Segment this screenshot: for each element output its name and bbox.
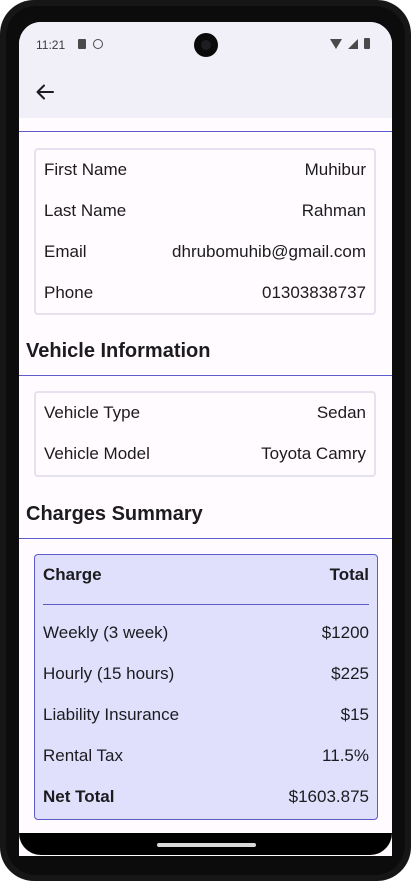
charges-header-divider bbox=[43, 604, 369, 605]
phone-row: Phone 01303838737 bbox=[44, 281, 366, 305]
net-total-row: Net Total $1603.875 bbox=[43, 785, 369, 809]
first-name-row: First Name Muhibur bbox=[44, 158, 366, 182]
vehicle-model-value: Toyota Camry bbox=[261, 444, 366, 463]
vehicle-model-row: Vehicle Model Toyota Camry bbox=[44, 442, 366, 466]
email-value: dhrubomuhib@gmail.com bbox=[172, 242, 366, 261]
back-button[interactable] bbox=[31, 78, 59, 106]
vehicle-section-title: Vehicle Information bbox=[26, 340, 211, 362]
vehicle-info-card: Vehicle Type Sedan Vehicle Model Toyota … bbox=[34, 391, 376, 477]
arrow-back-icon bbox=[36, 84, 54, 100]
weekly-charge-label: Weekly (3 week) bbox=[43, 623, 169, 642]
personal-info-card: First Name Muhibur Last Name Rahman Emai… bbox=[34, 148, 376, 315]
screen: 11:21 First Name Muhibur Last Name Rahma… bbox=[19, 22, 392, 856]
navigation-bar bbox=[19, 833, 392, 855]
rental-tax-value: 11.5% bbox=[322, 746, 369, 765]
charge-column-header: Charge bbox=[43, 565, 102, 584]
last-name-value: Rahman bbox=[301, 201, 366, 220]
details-scroll-content[interactable]: First Name Muhibur Last Name Rahman Emai… bbox=[19, 118, 392, 856]
total-column-header: Total bbox=[329, 565, 369, 584]
charges-section-title: Charges Summary bbox=[26, 503, 203, 525]
email-label: Email bbox=[44, 242, 87, 261]
insurance-charge-label: Liability Insurance bbox=[43, 705, 180, 724]
charges-divider bbox=[19, 538, 392, 539]
section-divider bbox=[19, 131, 392, 132]
status-bar: 11:21 bbox=[19, 22, 392, 68]
phone-value: 01303838737 bbox=[261, 283, 366, 302]
vehicle-type-label: Vehicle Type bbox=[44, 403, 141, 422]
system-icons bbox=[330, 38, 370, 49]
email-row: Email dhrubomuhib@gmail.com bbox=[44, 240, 366, 264]
phone-label: Phone bbox=[44, 283, 94, 302]
signal-icon bbox=[348, 38, 358, 49]
charges-summary-card: Charge Total Weekly (3 week) $1200 Hourl… bbox=[34, 554, 378, 820]
front-camera bbox=[194, 33, 218, 57]
net-total-label: Net Total bbox=[43, 787, 115, 806]
net-total-value: $1603.875 bbox=[288, 787, 369, 806]
vehicle-model-label: Vehicle Model bbox=[44, 444, 150, 463]
last-name-label: Last Name bbox=[44, 201, 127, 220]
vehicle-type-row: Vehicle Type Sedan bbox=[44, 401, 366, 425]
rental-tax-row: Rental Tax 11.5% bbox=[43, 744, 369, 768]
insurance-charge-value: $15 bbox=[340, 705, 369, 724]
wifi-icon bbox=[330, 38, 342, 49]
insurance-charge-row: Liability Insurance $15 bbox=[43, 703, 369, 727]
hourly-charge-value: $225 bbox=[331, 664, 369, 683]
battery-icon bbox=[364, 38, 370, 49]
vehicle-divider bbox=[19, 375, 392, 376]
app-bar bbox=[19, 68, 392, 118]
status-time: 11:21 bbox=[36, 38, 66, 52]
home-indicator[interactable] bbox=[157, 843, 256, 847]
hourly-charge-label: Hourly (15 hours) bbox=[43, 664, 175, 683]
hourly-charge-row: Hourly (15 hours) $225 bbox=[43, 662, 369, 686]
sync-icon bbox=[93, 39, 103, 49]
notification-icons bbox=[78, 39, 103, 49]
last-name-row: Last Name Rahman bbox=[44, 199, 366, 223]
sd-card-icon bbox=[78, 39, 86, 49]
weekly-charge-row: Weekly (3 week) $1200 bbox=[43, 621, 369, 645]
rental-tax-label: Rental Tax bbox=[43, 746, 124, 765]
first-name-value: Muhibur bbox=[304, 160, 366, 179]
first-name-label: First Name bbox=[44, 160, 128, 179]
vehicle-type-value: Sedan bbox=[316, 403, 366, 422]
charges-header-row: Charge Total bbox=[43, 563, 369, 587]
weekly-charge-value: $1200 bbox=[321, 623, 369, 642]
